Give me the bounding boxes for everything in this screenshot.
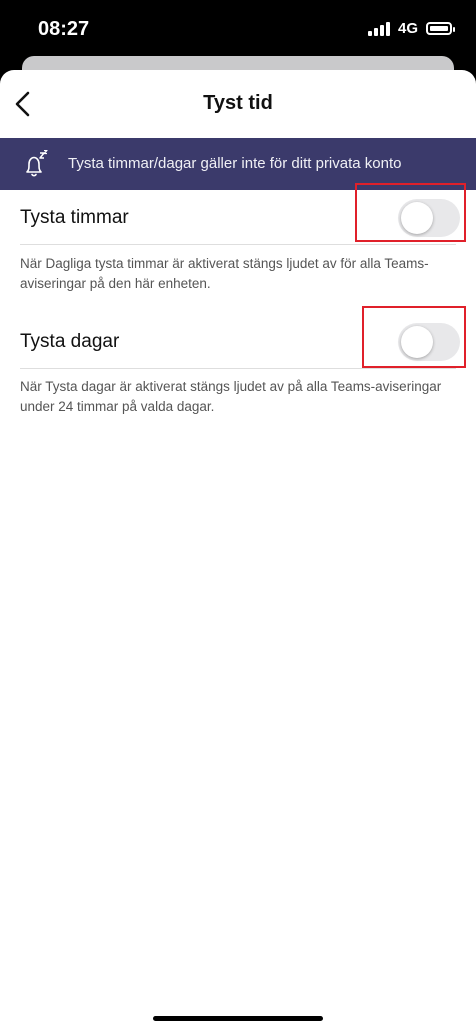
setting-label-quiet-hours: Tysta timmar (20, 207, 129, 228)
signal-icon (367, 21, 390, 36)
battery-icon (426, 22, 455, 35)
home-indicator[interactable] (153, 1016, 323, 1021)
highlight-box (355, 183, 466, 242)
bell-snooze-icon (26, 150, 48, 177)
setting-label-quiet-days: Tysta dagar (20, 331, 120, 352)
navigation-bar: Tyst tid (0, 70, 476, 138)
highlight-box (362, 306, 466, 368)
page-title: Tyst tid (203, 92, 273, 114)
setting-description-quiet-hours: När Dagliga tysta timmar är aktiverat st… (20, 256, 429, 291)
setting-description-quiet-days: När Tysta dagar är aktiverat stängs ljud… (20, 379, 442, 414)
network-type: 4G (397, 20, 418, 37)
status-bar: 08:27 4G (0, 0, 476, 62)
quiet-time-sheet: Tyst tid Tysta timmar/dagar gäller inte … (0, 70, 476, 1030)
banner-text: Tysta timmar/dagar gäller inte för ditt … (68, 155, 402, 172)
status-time: 08:27 (38, 18, 90, 40)
status-icons: 4G (367, 20, 455, 37)
